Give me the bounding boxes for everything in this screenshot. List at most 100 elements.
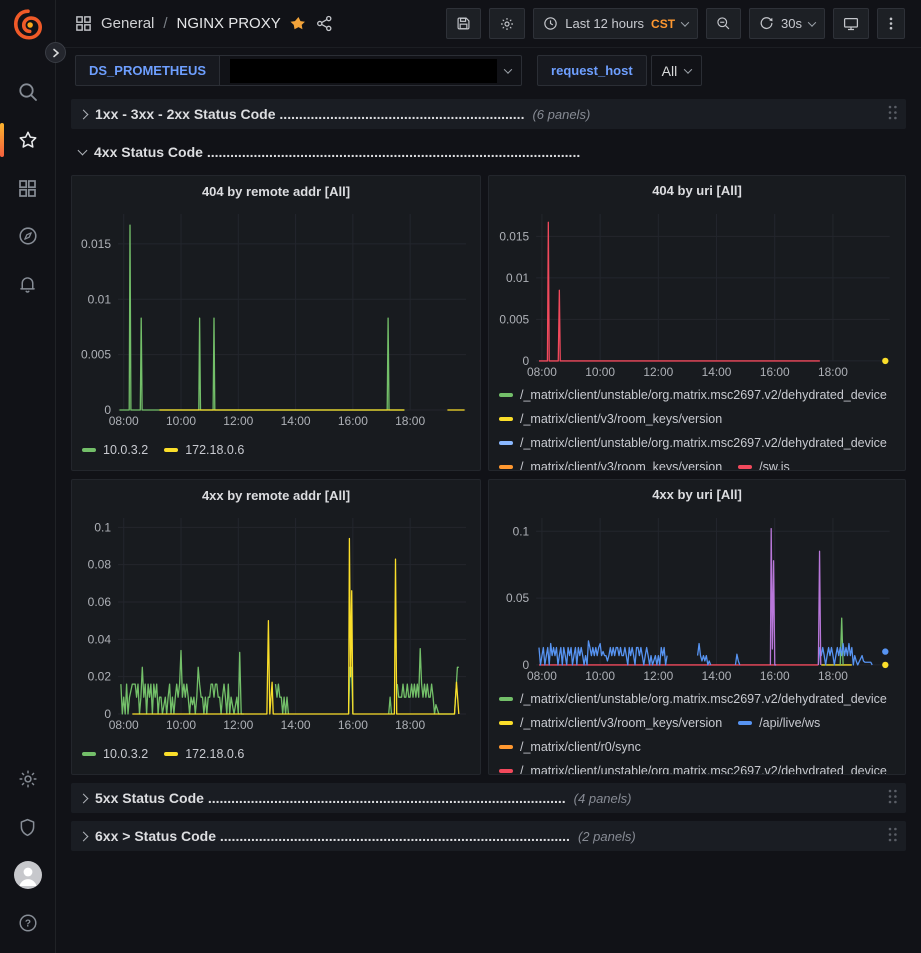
legend-series-label: /_matrix/client/unstable/org.matrix.msc2… (520, 764, 887, 774)
legend-item[interactable]: /api/live/ws (738, 711, 820, 735)
legend-series-swatch (738, 465, 752, 469)
sidebar-expand-button[interactable] (45, 42, 66, 63)
svg-text:0.05: 0.05 (506, 591, 530, 605)
zoom-out-time-button[interactable] (706, 8, 741, 39)
time-range-picker[interactable]: Last 12 hours CST (533, 8, 698, 39)
sidebar-item-dashboards[interactable] (0, 164, 55, 212)
tv-cycle-view-button[interactable] (833, 8, 869, 39)
row-title: 6xx > Status Code ......................… (95, 828, 570, 844)
svg-text:0.08: 0.08 (88, 558, 112, 572)
svg-text:08:00: 08:00 (109, 718, 139, 732)
svg-text:10:00: 10:00 (585, 365, 615, 379)
shield-icon (17, 817, 38, 838)
apps-grid-icon (75, 15, 92, 32)
svg-text:08:00: 08:00 (109, 414, 139, 428)
legend-item[interactable]: /_matrix/client/unstable/org.matrix.msc2… (499, 383, 887, 407)
sidebar: ? (0, 0, 56, 953)
row-drag-handle[interactable] (887, 788, 898, 810)
svg-text:08:00: 08:00 (527, 365, 557, 379)
panel-title[interactable]: 4xx by uri [All] (489, 480, 905, 510)
svg-text:0.01: 0.01 (88, 292, 112, 306)
row-title: 4xx Status Code ........................… (94, 144, 580, 160)
legend-item[interactable]: 10.0.3.2 (82, 438, 148, 462)
svg-text:10:00: 10:00 (585, 669, 615, 683)
legend-series-label: 172.18.0.6 (185, 443, 244, 457)
legend-series-swatch (499, 697, 513, 701)
favorite-star-icon[interactable] (290, 15, 307, 32)
grafana-logo-icon[interactable] (11, 8, 45, 42)
svg-text:0.02: 0.02 (88, 670, 112, 684)
chevron-down-icon (78, 145, 88, 155)
search-icon (17, 81, 39, 103)
legend-item[interactable]: /_matrix/client/unstable/org.matrix.msc2… (499, 687, 887, 711)
row-6xx[interactable]: 6xx > Status Code ......................… (71, 821, 906, 851)
share-icon[interactable] (316, 15, 333, 32)
svg-text:18:00: 18:00 (395, 414, 425, 428)
legend-series-swatch (738, 721, 752, 725)
legend-item[interactable]: 172.18.0.6 (164, 438, 244, 462)
time-series-chart[interactable]: 08:0010:0012:0014:0016:0018:0000.0050.01… (489, 206, 905, 381)
variable-label-request-host[interactable]: request_host (537, 55, 647, 86)
time-series-chart[interactable]: 08:0010:0012:0014:0016:0018:0000.050.1 (489, 510, 905, 685)
time-series-chart[interactable]: 08:0010:0012:0014:0016:0018:0000.020.040… (72, 510, 480, 734)
legend-series-swatch (164, 448, 178, 452)
chevron-right-icon (79, 109, 89, 119)
kebab-menu-button[interactable] (877, 8, 905, 39)
time-series-chart[interactable]: 08:0010:0012:0014:0016:0018:0000.0050.01… (72, 206, 480, 430)
legend-series-swatch (82, 448, 96, 452)
variable-dropdown-request-host[interactable]: All (651, 55, 703, 86)
row-4xx[interactable]: 4xx Status Code ........................… (71, 137, 906, 167)
panel-row-4xx: 4xx by remote addr [All] 08:0010:0012:00… (71, 479, 906, 775)
sidebar-item-server-admin[interactable] (0, 803, 55, 851)
panel-404-by-uri: 404 by uri [All] 08:0010:0012:0014:0016:… (488, 175, 906, 471)
breadcrumb-dashboard-title[interactable]: NGINX PROXY (177, 15, 281, 32)
legend-item[interactable]: /_matrix/client/v3/room_keys/version (499, 407, 722, 431)
svg-text:0.1: 0.1 (94, 520, 111, 534)
row-panel-count: (4 panels) (574, 791, 632, 806)
row-1xx-3xx-2xx[interactable]: 1xx - 3xx - 2xx Status Code ............… (71, 99, 906, 129)
chevron-down-icon (681, 18, 689, 26)
sidebar-item-help[interactable]: ? (0, 899, 55, 947)
svg-text:14:00: 14:00 (702, 669, 732, 683)
svg-text:0.015: 0.015 (81, 237, 111, 251)
svg-text:14:00: 14:00 (702, 365, 732, 379)
panel-title[interactable]: 404 by uri [All] (489, 176, 905, 206)
svg-text:18:00: 18:00 (818, 365, 848, 379)
sidebar-item-alerting[interactable] (0, 260, 55, 308)
legend-item[interactable]: /_matrix/client/unstable/org.matrix.msc2… (499, 431, 887, 455)
chevron-down-icon (504, 65, 512, 73)
variable-dropdown-ds-prometheus[interactable] (220, 55, 522, 86)
row-drag-handle[interactable] (887, 826, 898, 848)
row-5xx[interactable]: 5xx Status Code ........................… (71, 783, 906, 813)
legend-series-label: /_matrix/client/unstable/org.matrix.msc2… (520, 388, 887, 402)
svg-text:14:00: 14:00 (281, 718, 311, 732)
legend-item[interactable]: /sw.js (738, 455, 790, 470)
panel-4xx-by-remote-addr: 4xx by remote addr [All] 08:0010:0012:00… (71, 479, 481, 775)
svg-text:18:00: 18:00 (818, 669, 848, 683)
sidebar-item-search[interactable] (0, 68, 55, 116)
legend-item[interactable]: 10.0.3.2 (82, 742, 148, 766)
dashboard-settings-button[interactable] (489, 8, 525, 39)
variable-label-ds-prometheus[interactable]: DS_PROMETHEUS (75, 55, 220, 86)
legend-item[interactable]: /_matrix/client/v3/room_keys/version (499, 455, 722, 470)
row-panel-count: (2 panels) (578, 829, 636, 844)
panel-title[interactable]: 404 by remote addr [All] (72, 176, 480, 206)
svg-text:18:00: 18:00 (395, 718, 425, 732)
legend-item[interactable]: 172.18.0.6 (164, 742, 244, 766)
panel-title[interactable]: 4xx by remote addr [All] (72, 480, 480, 510)
save-dashboard-button[interactable] (446, 8, 481, 39)
sidebar-item-configuration[interactable] (0, 755, 55, 803)
row-drag-handle[interactable] (887, 104, 898, 126)
sidebar-item-starred[interactable] (0, 116, 55, 164)
legend-item[interactable]: /_matrix/client/r0/sync (499, 735, 641, 759)
row-panel-count: (6 panels) (532, 107, 590, 122)
refresh-button[interactable]: 30s (749, 8, 825, 39)
legend-series-label: /sw.js (759, 460, 790, 470)
chevron-down-icon (684, 65, 692, 73)
sidebar-item-profile[interactable] (0, 851, 55, 899)
avatar (14, 861, 42, 889)
breadcrumb-section[interactable]: General (101, 15, 154, 32)
legend-item[interactable]: /_matrix/client/v3/room_keys/version (499, 711, 722, 735)
sidebar-item-explore[interactable] (0, 212, 55, 260)
legend-item[interactable]: /_matrix/client/unstable/org.matrix.msc2… (499, 759, 887, 774)
